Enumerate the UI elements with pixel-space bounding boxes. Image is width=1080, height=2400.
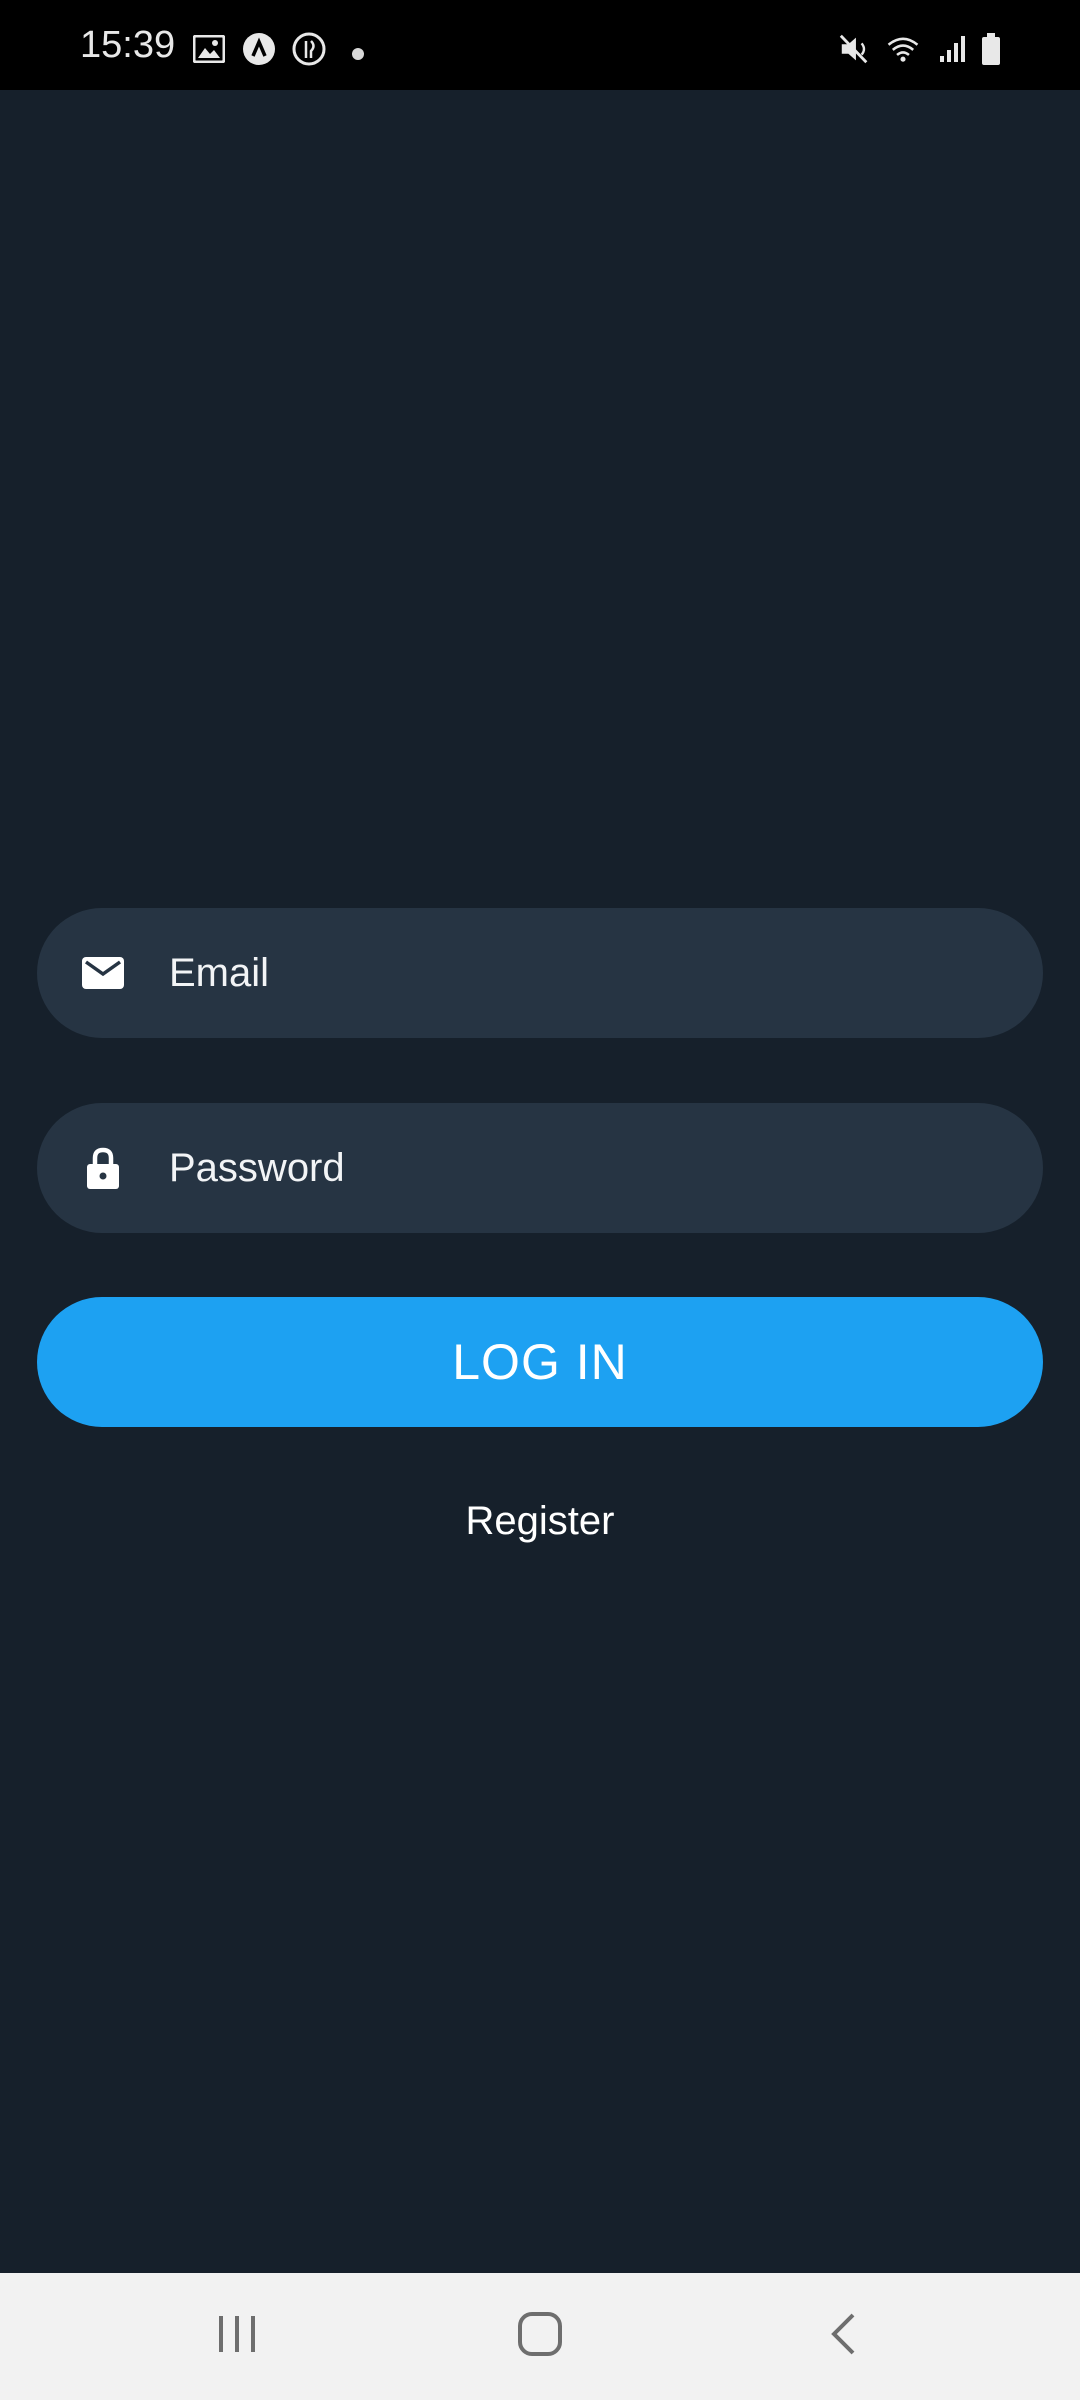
navigation-bar xyxy=(0,2273,1080,2400)
lock-icon xyxy=(81,1146,125,1190)
home-icon xyxy=(517,2311,563,2362)
recent-apps-icon xyxy=(215,2313,259,2360)
email-input[interactable] xyxy=(169,908,1009,1038)
battery-icon xyxy=(974,32,1008,66)
notification-dot xyxy=(352,48,364,60)
back-icon xyxy=(828,2312,858,2361)
email-field[interactable] xyxy=(37,908,1043,1038)
mail-icon xyxy=(81,951,125,995)
back-button[interactable] xyxy=(783,2291,903,2381)
register-link[interactable]: Register xyxy=(340,1490,740,1552)
app-a-icon xyxy=(242,32,276,66)
status-bar: 15:39 xyxy=(0,0,1080,90)
food-icon xyxy=(292,32,326,66)
password-field[interactable] xyxy=(37,1103,1043,1233)
recent-apps-button[interactable] xyxy=(177,2291,297,2381)
mute-icon xyxy=(838,32,872,66)
wifi-icon xyxy=(886,32,920,66)
home-button[interactable] xyxy=(480,2291,600,2381)
gallery-icon xyxy=(192,32,226,66)
status-time: 15:39 xyxy=(80,24,176,66)
password-input[interactable] xyxy=(169,1103,1009,1233)
signal-icon xyxy=(936,32,970,66)
login-button[interactable]: LOG IN xyxy=(37,1297,1043,1427)
